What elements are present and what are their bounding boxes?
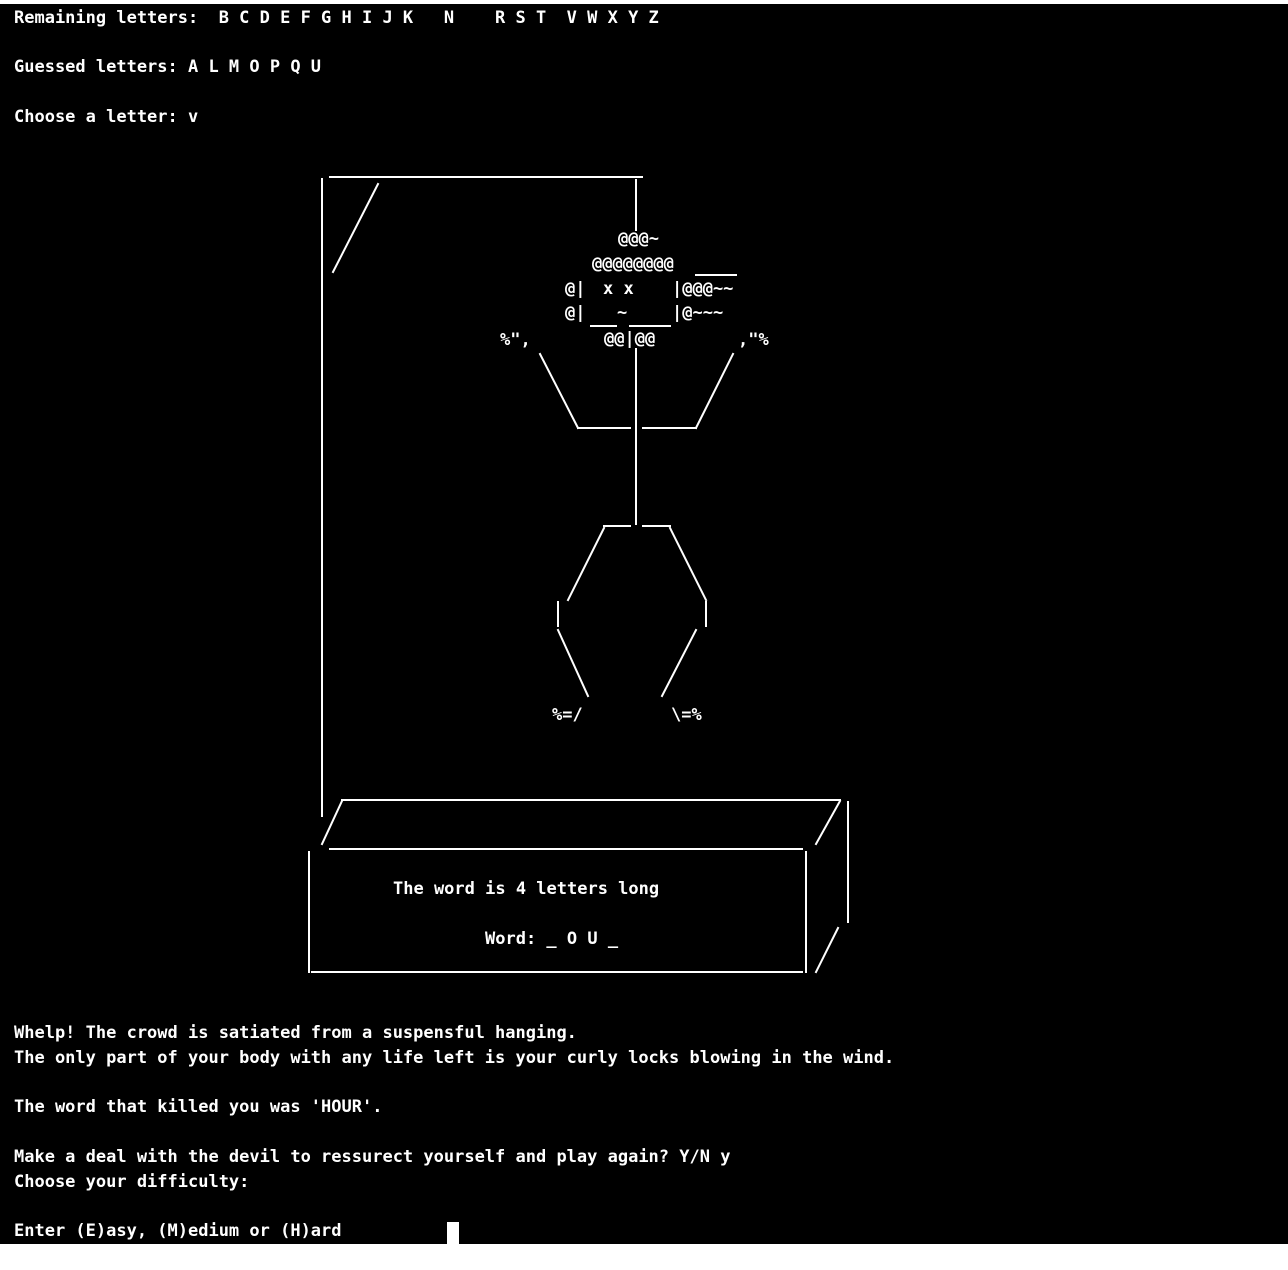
svg-text:%",: %", [500,330,531,350]
svg-text:@|: @| [565,303,585,323]
svg-text:@@|@@: @@|@@ [604,329,655,349]
hanged-man-body [603,348,671,527]
svg-text:@@@~: @@@~ [618,229,659,249]
hanged-man-legs: %=/ \=% [552,526,708,725]
svg-text:|@~~~: |@~~~ [672,303,723,323]
message-line-1: Whelp! The crowd is satiated from a susp… [14,1023,577,1043]
message-line-2: The only part of your body with any life… [14,1048,895,1068]
svg-text:\=%: \=% [671,705,702,725]
svg-text:,"%: ,"% [738,330,769,350]
word-progress-text: Word: _ O U _ [485,929,619,949]
hanged-man-head: @@@~ @@@@@@@@ @| x x |@@@~~ @| ~ |@~~~ @… [565,229,737,349]
play-again-line: Make a deal with the devil to ressurect … [14,1147,731,1167]
svg-text:x x: x x [603,279,634,299]
svg-text:@@@@@@@@: @@@@@@@@ [592,254,674,274]
terminal-window[interactable]: Remaining letters: B C D E F G H I J K N… [0,4,1288,1244]
word-length-text: The word is 4 letters long [393,879,659,899]
word-box: The word is 4 letters long Word: _ O U _ [308,799,849,974]
killer-word-line: The word that killed you was 'HOUR'. [14,1097,383,1117]
difficulty-line: Choose your difficulty: [14,1172,250,1192]
svg-text:%=/: %=/ [552,705,583,725]
difficulty-prompt: Enter (E)asy, (M)edium or (H)ard [14,1221,342,1241]
svg-text:|@@@~~: |@@@~~ [672,279,733,299]
svg-text:~: ~ [617,303,627,323]
svg-text:@|: @| [565,279,585,299]
text-cursor[interactable] [447,1222,459,1244]
